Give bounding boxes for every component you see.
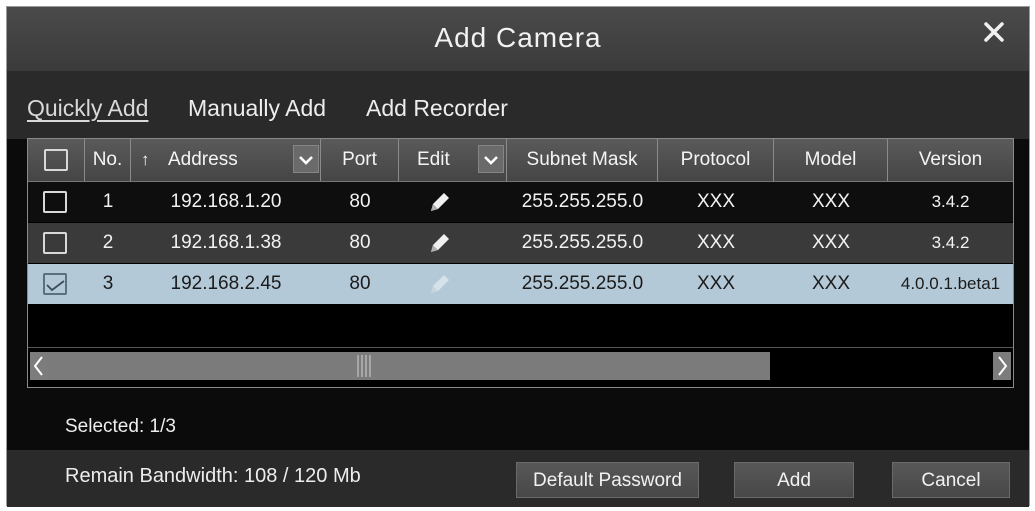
row-address: 192.168.2.45 — [170, 273, 282, 294]
row-checkbox[interactable] — [43, 232, 67, 254]
header-edit: Edit — [417, 149, 450, 170]
dropdown-chevron-icon — [299, 156, 313, 165]
header-address-cell[interactable]: ↑ Address — [131, 139, 321, 181]
row-port: 80 — [349, 232, 371, 253]
row-no: 3 — [102, 273, 114, 294]
row-port: 80 — [349, 191, 371, 212]
row-model: XXX — [811, 232, 851, 253]
row-no: 1 — [102, 191, 114, 212]
scroll-left-button[interactable] — [30, 352, 48, 380]
row-subnet-mask: 255.255.255.0 — [521, 273, 644, 294]
row-edit-cell — [399, 223, 479, 263]
add-button[interactable]: Add — [734, 462, 854, 498]
header-select-all-cell — [28, 139, 85, 181]
default-password-button[interactable]: Default Password — [516, 462, 699, 498]
row-edit-cell — [399, 182, 479, 222]
tab-quickly-add[interactable]: Quickly Add — [27, 95, 148, 122]
scrollbar-thumb[interactable] — [48, 352, 770, 380]
row-checkbox-checked[interactable] — [43, 273, 67, 295]
header-address: Address — [168, 149, 238, 170]
close-icon[interactable] — [981, 19, 1007, 45]
scroll-left-icon — [33, 356, 43, 376]
row-model: XXX — [811, 273, 851, 294]
tab-manually-add[interactable]: Manually Add — [188, 95, 326, 122]
row-address: 192.168.1.20 — [170, 191, 282, 212]
header-subnet-mask[interactable]: Subnet Mask — [507, 139, 658, 181]
selected-count: Selected: 1/3 — [65, 416, 176, 437]
checkmark-icon — [46, 280, 65, 292]
row-address: 192.168.1.38 — [170, 232, 282, 253]
table-header: No. ↑ Address Port Edit Subnet Mask Prot… — [28, 139, 1013, 182]
edit-dropdown-button[interactable] — [478, 145, 504, 173]
header-model[interactable]: Model — [774, 139, 888, 181]
row-version: 3.4.2 — [931, 192, 970, 211]
header-no[interactable]: No. — [85, 139, 131, 181]
pencil-icon[interactable] — [419, 264, 459, 304]
row-protocol: XXX — [696, 191, 736, 212]
row-edit-cell — [399, 264, 479, 304]
address-dropdown-button[interactable] — [293, 145, 319, 173]
table-row[interactable]: 2 192.168.1.38 80 255.255.255.0 XXX XXX … — [28, 223, 1013, 263]
header-port[interactable]: Port — [321, 139, 399, 181]
row-port: 80 — [349, 273, 371, 294]
dialog-title: Add Camera — [434, 22, 602, 53]
camera-table: No. ↑ Address Port Edit Subnet Mask Prot… — [27, 138, 1014, 388]
cancel-button[interactable]: Cancel — [892, 462, 1010, 498]
header-version[interactable]: Version — [888, 139, 1013, 181]
table-row[interactable]: 1 192.168.1.20 80 255.255.255.0 XXX XXX … — [28, 182, 1013, 222]
footer-bar: Remain Bandwidth: 108 / 120 Mb Default P… — [7, 450, 1029, 507]
row-protocol: XXX — [696, 273, 736, 294]
remain-bandwidth: Remain Bandwidth: 108 / 120 Mb — [65, 465, 361, 487]
add-camera-dialog: Add Camera Quickly Add Manually Add Add … — [6, 6, 1030, 507]
row-no: 2 — [102, 232, 114, 253]
header-edit-cell[interactable]: Edit — [399, 139, 507, 181]
row-subnet-mask: 255.255.255.0 — [521, 191, 644, 212]
title-bar: Add Camera — [7, 7, 1029, 72]
select-all-checkbox[interactable] — [44, 149, 68, 171]
grip-icon — [357, 355, 371, 377]
sort-arrow-icon: ↑ — [141, 150, 150, 169]
pencil-icon[interactable] — [419, 182, 459, 222]
row-model: XXX — [811, 191, 851, 212]
tab-add-recorder[interactable]: Add Recorder — [366, 95, 508, 122]
row-version: 3.4.2 — [931, 233, 970, 252]
scroll-right-icon — [998, 356, 1008, 376]
horizontal-scrollbar[interactable] — [28, 347, 1013, 384]
table-row-selected[interactable]: 3 192.168.2.45 80 255.255.255.0 XXX XXX … — [28, 264, 1013, 304]
row-checkbox[interactable] — [43, 191, 67, 213]
row-protocol: XXX — [696, 232, 736, 253]
row-version: 4.0.0.1.beta1 — [900, 274, 1001, 293]
row-subnet-mask: 255.255.255.0 — [521, 232, 644, 253]
tab-bar: Quickly Add Manually Add Add Recorder — [7, 71, 1029, 139]
header-protocol[interactable]: Protocol — [658, 139, 774, 181]
scroll-right-button[interactable] — [993, 352, 1011, 380]
pencil-icon[interactable] — [419, 223, 459, 263]
dropdown-chevron-icon — [484, 156, 498, 165]
